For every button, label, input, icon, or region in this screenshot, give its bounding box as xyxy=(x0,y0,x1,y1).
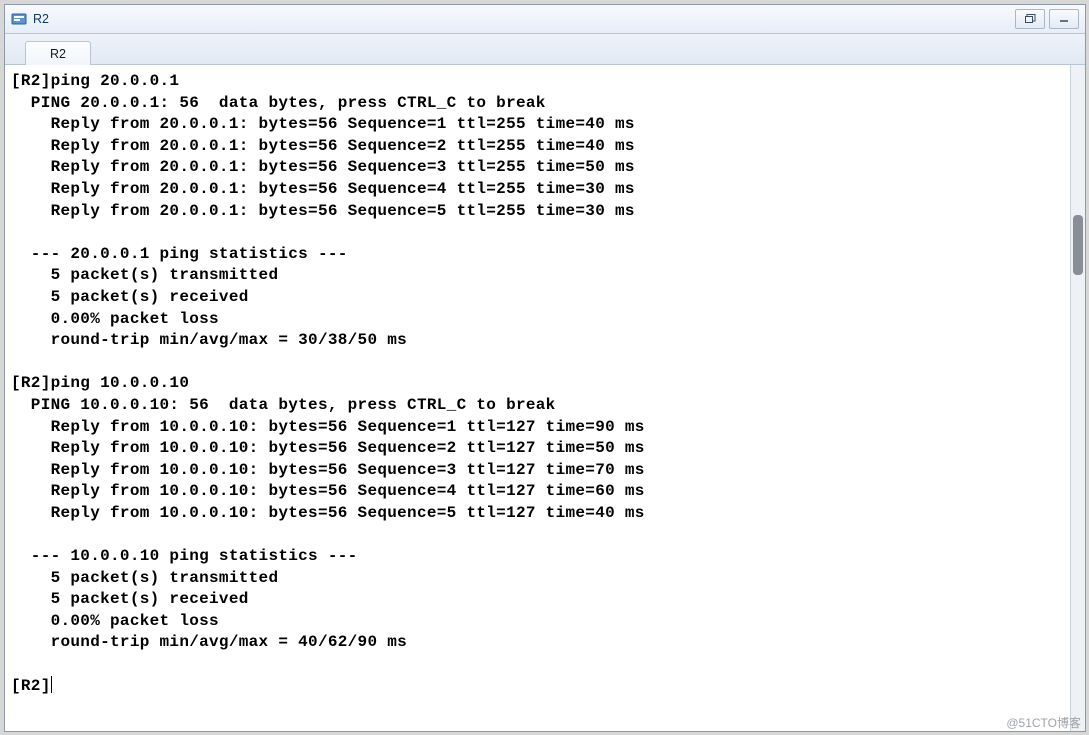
scroll-thumb[interactable] xyxy=(1073,215,1083,275)
restore-button[interactable] xyxy=(1015,9,1045,29)
minimize-button[interactable] xyxy=(1049,9,1079,29)
window-title: R2 xyxy=(33,12,1009,26)
window-controls xyxy=(1015,9,1079,29)
terminal-output[interactable]: [R2]ping 20.0.0.1 PING 20.0.0.1: 56 data… xyxy=(5,65,1070,731)
tab-bar: R2 xyxy=(5,34,1085,65)
scrollbar-vertical[interactable] xyxy=(1070,65,1085,731)
tab-label: R2 xyxy=(50,47,66,61)
content-area: [R2]ping 20.0.0.1 PING 20.0.0.1: 56 data… xyxy=(5,65,1085,731)
watermark: @51CTO博客 xyxy=(1006,714,1081,731)
tab-r2[interactable]: R2 xyxy=(25,41,91,65)
app-icon xyxy=(11,11,27,27)
app-window: R2 R2 [R2]ping 20.0.0.1 PING 20.0.0.1: 5… xyxy=(4,4,1086,732)
titlebar: R2 xyxy=(5,5,1085,34)
